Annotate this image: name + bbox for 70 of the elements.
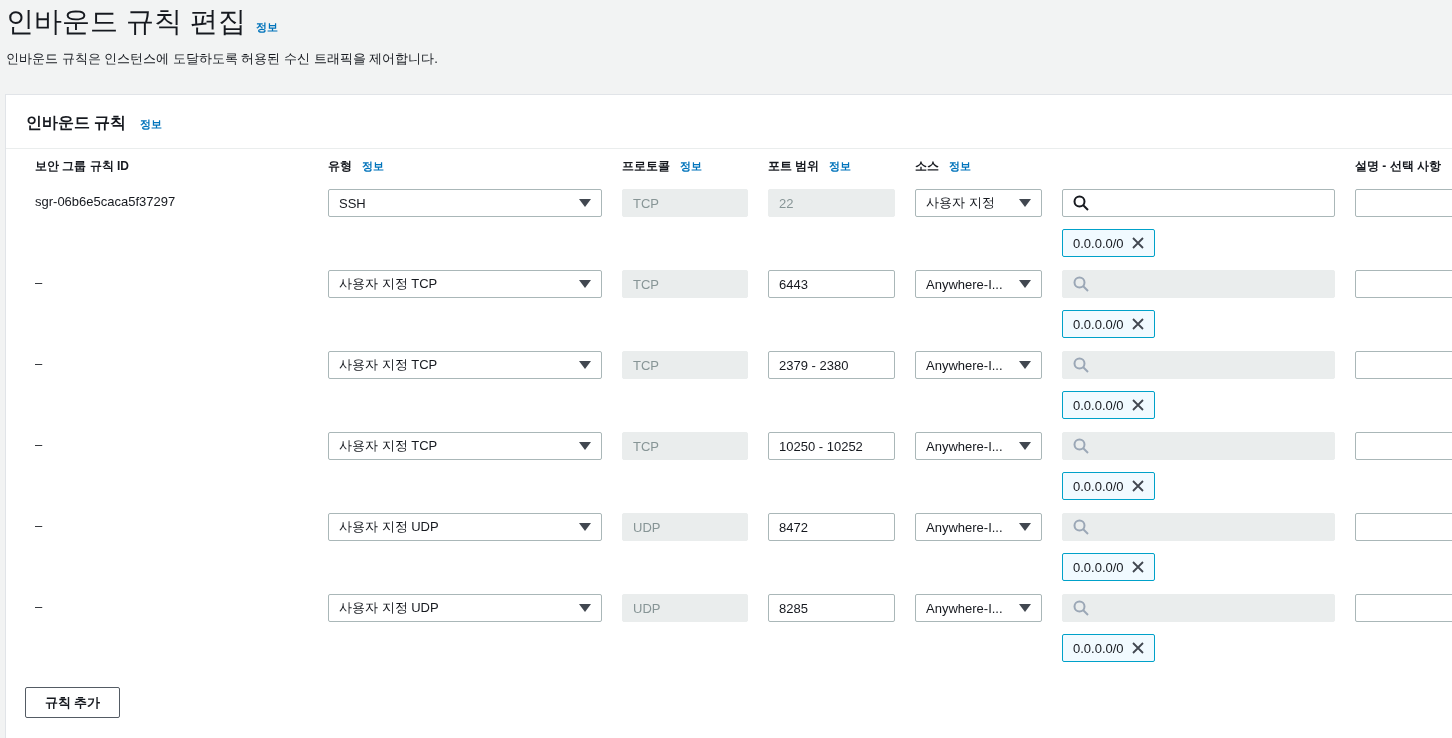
close-icon[interactable] [1131, 237, 1144, 249]
info-link[interactable]: 정보 [362, 159, 384, 174]
caret-down-icon [1019, 280, 1031, 288]
close-icon[interactable] [1131, 642, 1144, 654]
info-link[interactable]: 정보 [680, 159, 702, 174]
source-search-field[interactable] [1062, 189, 1335, 217]
cidr-token: 0.0.0.0/0 [1062, 634, 1155, 662]
port-range-field[interactable]: 8285 [768, 594, 895, 622]
caret-down-icon [1019, 523, 1031, 531]
rule-id: – [35, 598, 44, 614]
type-select[interactable]: 사용자 지정 TCP [328, 351, 602, 379]
column-header: 설명 - 선택 사항 [1355, 158, 1441, 175]
close-icon[interactable] [1131, 399, 1144, 411]
close-icon[interactable] [1131, 318, 1144, 330]
column-header: 보안 그룹 규칙 ID [35, 158, 129, 175]
rule-id: – [35, 274, 44, 290]
source-select[interactable]: Anywhere-I... [915, 432, 1042, 460]
source-select[interactable]: Anywhere-I... [915, 513, 1042, 541]
source-select[interactable]: 사용자 지정 [915, 189, 1042, 217]
type-select[interactable]: 사용자 지정 TCP [328, 432, 602, 460]
port-range-field[interactable]: 2379 - 2380 [768, 351, 895, 379]
panel-title: 인바운드 규칙 [26, 113, 127, 133]
caret-down-icon [1019, 361, 1031, 369]
rule-id: sgr-06b6e5caca5f37297 [35, 193, 177, 209]
info-link[interactable]: 정보 [829, 159, 852, 174]
page-title: 인바운드 규칙 편집 [6, 5, 246, 39]
caret-down-icon [1019, 604, 1031, 612]
page-description: 인바운드 규칙은 인스턴스에 도달하도록 허용된 수신 트래픽을 제어합니다. [6, 50, 439, 68]
rule-id: – [35, 517, 44, 533]
cidr-token: 0.0.0.0/0 [1062, 391, 1155, 419]
close-icon[interactable] [1131, 480, 1144, 492]
info-link[interactable]: 정보 [949, 159, 971, 174]
close-icon[interactable] [1131, 561, 1144, 573]
search-icon [1073, 438, 1089, 454]
caret-down-icon [579, 523, 591, 531]
source-select[interactable]: Anywhere-I... [915, 594, 1042, 622]
port-range-field[interactable]: 10250 - 10252 [768, 432, 895, 460]
search-icon [1073, 600, 1089, 616]
port-range-field[interactable]: 6443 [768, 270, 895, 298]
caret-down-icon [579, 280, 591, 288]
type-select[interactable]: 사용자 지정 UDP [328, 594, 602, 622]
search-icon [1073, 276, 1089, 292]
caret-down-icon [579, 361, 591, 369]
caret-down-icon [579, 199, 591, 207]
search-icon [1073, 519, 1089, 535]
port-range-field[interactable]: 8472 [768, 513, 895, 541]
search-icon [1073, 195, 1089, 211]
column-header: 프로토콜 [622, 158, 670, 175]
add-rule-button[interactable]: 규칙 추가 [25, 687, 120, 718]
column-header: 포트 범위 [768, 158, 820, 175]
rule-id: – [35, 355, 44, 371]
source-select[interactable]: Anywhere-I... [915, 270, 1042, 298]
type-select[interactable]: 사용자 지정 UDP [328, 513, 602, 541]
cidr-token: 0.0.0.0/0 [1062, 553, 1155, 581]
caret-down-icon [579, 442, 591, 450]
column-header: 유형 [328, 158, 352, 175]
type-select[interactable]: 사용자 지정 TCP [328, 270, 602, 298]
caret-down-icon [1019, 442, 1031, 450]
info-link[interactable]: 정보 [140, 117, 163, 132]
column-header: 소스 [915, 158, 939, 175]
search-icon [1073, 357, 1089, 373]
type-select[interactable]: SSH [328, 189, 602, 217]
cidr-token: 0.0.0.0/0 [1062, 472, 1155, 500]
rule-id: – [35, 436, 44, 452]
source-select[interactable]: Anywhere-I... [915, 351, 1042, 379]
info-link[interactable]: 정보 [255, 20, 278, 35]
caret-down-icon [1019, 199, 1031, 207]
cidr-token: 0.0.0.0/0 [1062, 310, 1155, 338]
caret-down-icon [579, 604, 591, 612]
cidr-token: 0.0.0.0/0 [1062, 229, 1155, 257]
